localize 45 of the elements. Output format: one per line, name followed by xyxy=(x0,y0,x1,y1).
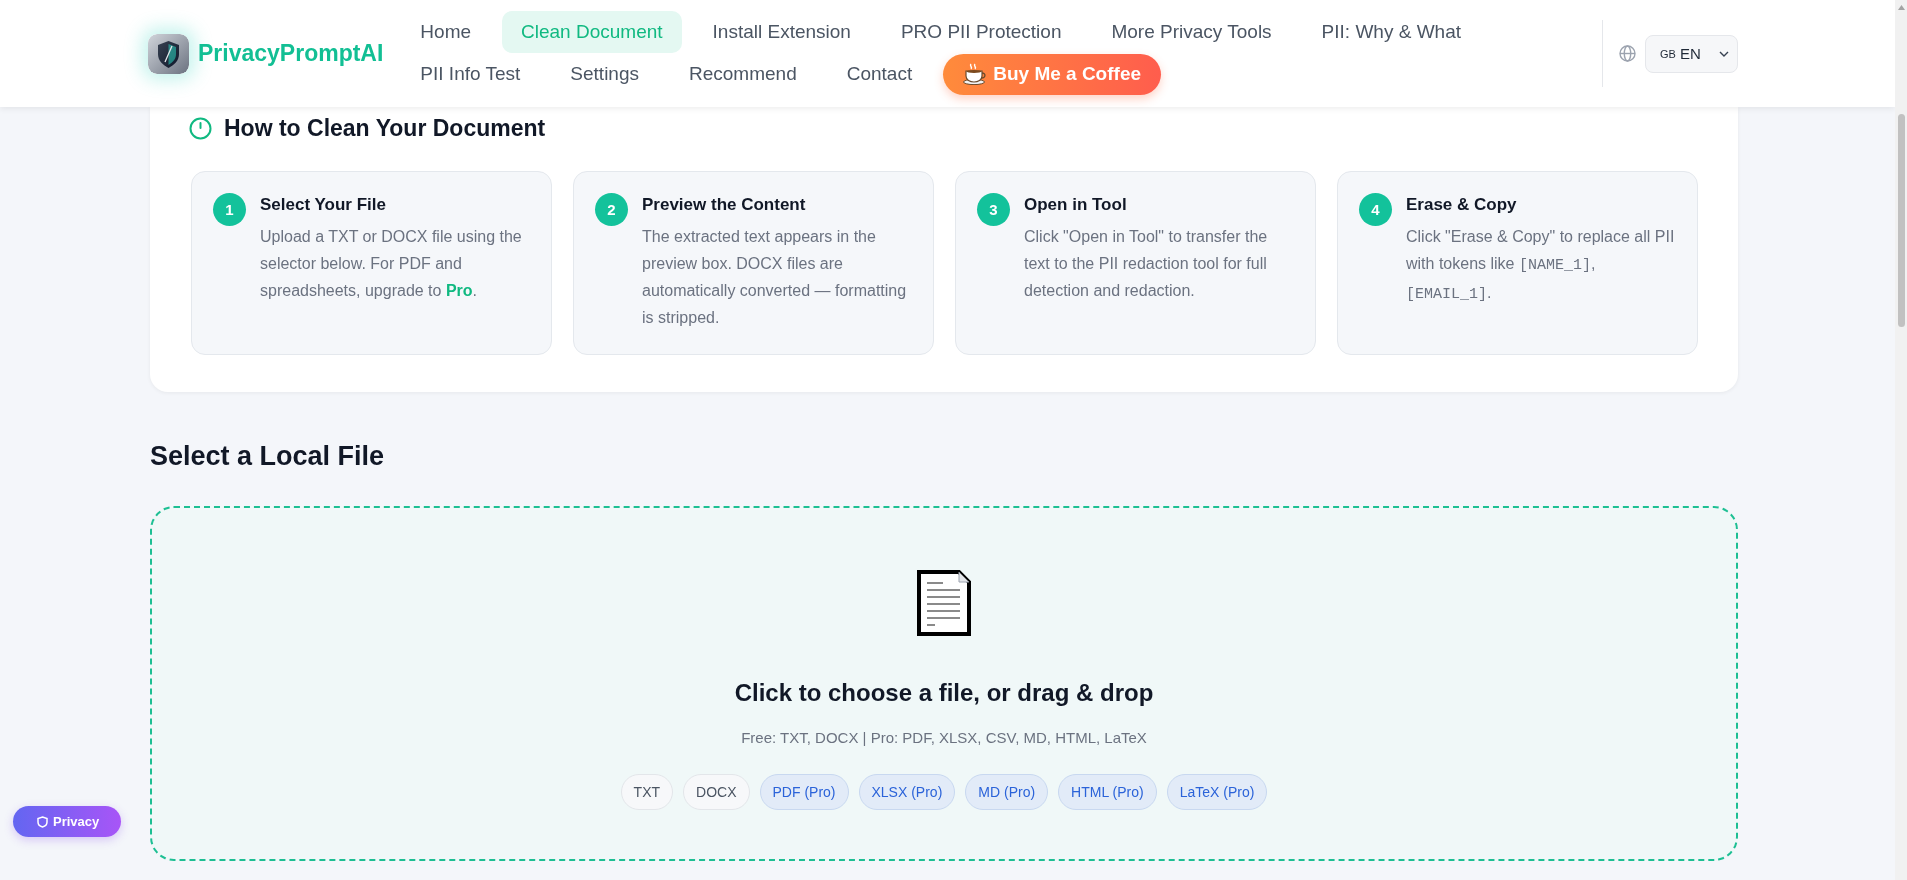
scrollbar[interactable] xyxy=(1895,0,1907,880)
nav-link[interactable]: Home xyxy=(401,11,491,53)
nav-link[interactable]: Install Extension xyxy=(693,11,870,53)
step-number: 1 xyxy=(213,193,246,226)
scrollbar-thumb[interactable] xyxy=(1897,114,1905,327)
format-tag: DOCX xyxy=(683,774,750,810)
dropzone-prompt: Click to choose a file, or drag & drop xyxy=(734,678,1154,708)
caret-icon xyxy=(1719,50,1729,57)
step-number: 3 xyxy=(977,193,1010,226)
format-tag: PDF (Pro) xyxy=(759,774,849,810)
format-tag: LaTeX (Pro) xyxy=(1166,774,1268,810)
nav-link[interactable]: Recommend xyxy=(670,53,816,95)
step-description: Click "Open in Tool" to transfer the text to the PII redaction tool for full detection and redaction. xyxy=(1024,227,1269,301)
nav-link[interactable]: PRO PII Protection xyxy=(881,11,1081,53)
format-tag: MD (Pro) xyxy=(965,774,1049,810)
clock-icon xyxy=(189,116,212,140)
step-description: Upload a TXT or DOCX file using the selector below. For PDF and spreadsheets, upgrade to Pro. xyxy=(260,227,523,301)
step-number: 4 xyxy=(1359,193,1392,226)
step-number: 2 xyxy=(595,193,628,226)
section-heading: Select a Local File xyxy=(150,440,386,473)
format-tag: HTML (Pro) xyxy=(1058,774,1157,810)
format-tag: XLSX (Pro) xyxy=(858,774,956,810)
nav-link[interactable]: Contact xyxy=(827,53,932,95)
step-description: The extracted text appears in the preview box. DOCX files are automatically converted — formatting is stripped. xyxy=(642,227,908,328)
nav-link[interactable]: PII Info Test xyxy=(401,53,540,95)
step-title: Preview the Content xyxy=(642,194,807,216)
nav-link[interactable]: Settings xyxy=(551,53,658,95)
logo-icon xyxy=(148,33,189,74)
file-dropzone[interactable]: Click to choose a file, or drag & drop Free: TXT, DOCX | Pro: PDF, XLSX, CSV, MD, HTML, LaTeX TXT DOCX PDF (Pro) XLSX (Pro) MD (Pro) HTML (Pro) LaTeX (Pro) xyxy=(150,506,1738,861)
format-tag: TXT xyxy=(620,774,674,810)
document-icon xyxy=(916,569,972,637)
scroll-up-arrow-icon[interactable] xyxy=(1897,5,1905,10)
nav-link[interactable]: PII: Why & What xyxy=(1302,11,1480,53)
format-note: Free: TXT, DOCX | Pro: PDF, XLSX, CSV, MD, HTML, LaTeX xyxy=(741,728,1147,748)
nav-link[interactable]: More Privacy Tools xyxy=(1092,11,1291,53)
shield-icon xyxy=(37,815,48,828)
privacy-button[interactable]: Privacy xyxy=(13,806,122,837)
coffee-cup-icon xyxy=(963,62,988,85)
language-select[interactable]: GB EN xyxy=(1645,34,1738,73)
step-title: Select Your File xyxy=(260,194,387,216)
step-title: Open in Tool xyxy=(1024,194,1128,216)
step-title: Erase & Copy xyxy=(1406,194,1518,216)
step-description: Click "Erase & Copy" to replace all PII with tokens like [NAME_1], [EMAIL_1]. xyxy=(1406,227,1676,305)
card-title: How to Clean Your Document xyxy=(224,114,546,143)
globe-icon xyxy=(1619,45,1636,62)
